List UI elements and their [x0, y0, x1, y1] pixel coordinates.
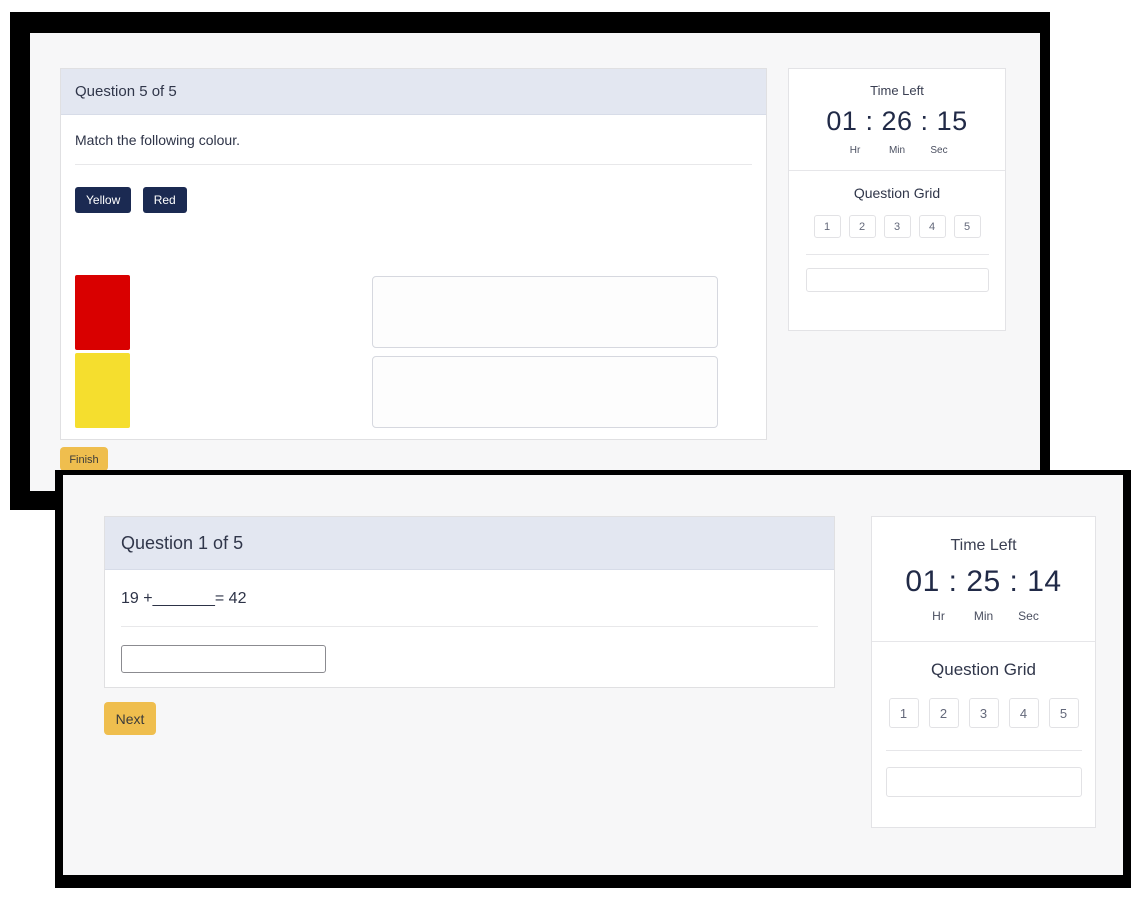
front-grid-item-5[interactable]: 5 — [1048, 698, 1079, 728]
front-grid-item-4[interactable]: 4 — [1008, 698, 1039, 728]
front-minutes-value: 25 — [966, 565, 1001, 598]
front-side-panel: Time Left 01 : 25 : 14 Hr Min Sec Questi… — [871, 516, 1096, 828]
back-question-grid-label: Question Grid — [853, 185, 941, 201]
yellow-swatch[interactable] — [75, 353, 130, 428]
front-unit-hr: Hr — [932, 609, 945, 623]
back-countdown-display: 01 : 26 : 15 — [789, 106, 1005, 137]
front-quiz-card: Question 1 of 5 19 +_______= 42 — [104, 516, 835, 688]
back-grid-item-3[interactable]: 3 — [883, 215, 911, 238]
back-question-text: Match the following colour. — [75, 132, 240, 148]
front-card-header: Question 1 of 5 — [105, 517, 834, 570]
front-countdown-display: 01 : 25 : 14 — [872, 565, 1095, 599]
dropzone-1[interactable] — [372, 276, 718, 348]
front-colon-2: : — [1009, 565, 1019, 598]
answer-input[interactable] — [121, 645, 326, 673]
back-grid-item-2[interactable]: 2 — [848, 215, 876, 238]
front-panel-inner-divider — [885, 750, 1082, 751]
back-grid-item-1[interactable]: 1 — [813, 215, 841, 238]
back-side-panel: Time Left 01 : 26 : 15 Hr Min Sec Questi… — [788, 68, 1006, 331]
back-status-box[interactable] — [805, 268, 989, 292]
front-grid-item-1[interactable]: 1 — [888, 698, 919, 728]
front-card-body: 19 +_______= 42 — [105, 570, 834, 688]
back-quiz-card: Question 5 of 5 Match the following colo… — [60, 68, 767, 440]
back-question-grid-row: 1 2 3 4 5 — [789, 215, 1005, 238]
back-time-left-label: Time Left — [870, 83, 924, 98]
back-colon-2: : — [920, 106, 929, 136]
colour-swatch-column — [75, 275, 130, 431]
back-grid-item-4[interactable]: 4 — [918, 215, 946, 238]
front-time-unit-row: Hr Min Sec — [872, 609, 1095, 623]
front-unit-min: Min — [973, 609, 994, 623]
back-grid-item-5[interactable]: 5 — [953, 215, 981, 238]
finish-button[interactable]: Finish — [60, 447, 108, 471]
dropzone-2[interactable] — [372, 356, 718, 428]
back-card-header: Question 5 of 5 — [61, 69, 766, 115]
front-question-grid-section: Question Grid 1 2 3 4 5 — [872, 642, 1095, 797]
front-status-box[interactable] — [885, 767, 1082, 797]
dropzone-column — [372, 276, 718, 436]
front-question-grid-label: Question Grid — [931, 660, 1036, 679]
back-time-unit-row: Hr Min Sec — [789, 145, 1005, 156]
back-question-grid-section: Question Grid 1 2 3 4 5 — [789, 171, 1005, 292]
back-unit-sec: Sec — [930, 145, 948, 156]
front-question-text: 19 +_______= 42 — [121, 590, 247, 607]
front-card-divider — [121, 626, 818, 627]
front-grid-item-2[interactable]: 2 — [928, 698, 959, 728]
option-tag-red[interactable]: Red — [142, 187, 187, 213]
back-minutes-value: 26 — [881, 106, 913, 136]
front-grid-item-3[interactable]: 3 — [968, 698, 999, 728]
back-seconds-value: 15 — [936, 106, 968, 136]
screenshot-stage: Question 5 of 5 Match the following colo… — [0, 0, 1140, 900]
front-timer-section: Time Left 01 : 25 : 14 Hr Min Sec — [872, 517, 1095, 641]
front-colon-1: : — [948, 565, 958, 598]
back-window-content: Question 5 of 5 Match the following colo… — [30, 33, 1040, 491]
back-colon-1: : — [865, 106, 874, 136]
back-timer-section: Time Left 01 : 26 : 15 Hr Min Sec — [789, 69, 1005, 170]
front-hours-value: 01 — [905, 565, 940, 598]
red-swatch[interactable] — [75, 275, 130, 350]
back-unit-hr: Hr — [849, 145, 861, 156]
back-unit-min: Min — [888, 145, 906, 156]
front-unit-sec: Sec — [1018, 609, 1039, 623]
back-hours-value: 01 — [826, 106, 858, 136]
front-window-frame: Question 1 of 5 19 +_______= 42 Next Tim… — [55, 470, 1131, 888]
back-option-tag-row: Yellow Red — [75, 187, 752, 213]
front-seconds-value: 14 — [1027, 565, 1062, 598]
front-time-left-label: Time Left — [950, 537, 1017, 554]
back-card-body: Match the following colour. Yellow Red — [61, 115, 766, 440]
front-window-content: Question 1 of 5 19 +_______= 42 Next Tim… — [63, 475, 1123, 875]
front-question-grid-row: 1 2 3 4 5 — [872, 698, 1095, 728]
front-question-counter: Question 1 of 5 — [121, 532, 244, 553]
back-card-divider — [75, 164, 752, 165]
next-button[interactable]: Next — [104, 702, 156, 735]
back-window-frame: Question 5 of 5 Match the following colo… — [10, 12, 1050, 510]
option-tag-yellow[interactable]: Yellow — [75, 187, 132, 213]
back-question-counter: Question 5 of 5 — [75, 83, 177, 100]
back-panel-inner-divider — [805, 254, 989, 255]
